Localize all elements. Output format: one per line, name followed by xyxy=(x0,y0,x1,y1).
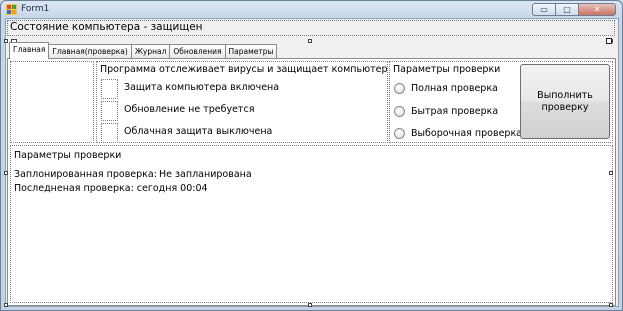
window-controls: ▭ □ ✕ xyxy=(532,3,616,16)
radio-icon[interactable] xyxy=(394,105,405,117)
maximize-button[interactable]: □ xyxy=(555,3,579,16)
run-scan-button[interactable]: Выполнить проверку xyxy=(520,64,610,139)
scheduled-scan-value: Не запланирована xyxy=(159,169,252,180)
resize-handle-top[interactable] xyxy=(308,39,312,43)
window-title: Form1 xyxy=(21,4,50,14)
tab-page-home: Программа отслеживает вирусы и защищает … xyxy=(7,58,616,306)
smart-tag-icon[interactable] xyxy=(606,38,612,44)
status-icon-box xyxy=(101,123,118,143)
tab-home-scan[interactable]: Главная(проверка) xyxy=(48,44,132,59)
scan-params-heading: Параметры проверки xyxy=(393,64,501,75)
title-bar[interactable]: Form1 ▭ □ ✕ xyxy=(1,1,622,19)
scan-info-panel: Параметры проверки Заплонированная прове… xyxy=(10,145,613,303)
radio-custom-scan[interactable]: Выборочная проверка xyxy=(394,126,522,140)
minimize-button[interactable]: ▭ xyxy=(532,3,556,16)
form-client-area: Состояние компьютера - защищен Главная Г… xyxy=(4,18,619,307)
tab-parameters[interactable]: Параметры xyxy=(224,44,278,59)
radio-label: Бытрая проверка xyxy=(411,105,499,117)
scan-params-panel: Параметры проверки Полная проверка Бытра… xyxy=(389,61,613,143)
app-icon xyxy=(6,4,17,15)
tab-updates[interactable]: Обновления xyxy=(169,44,226,59)
radio-full-scan[interactable]: Полная проверка xyxy=(394,81,498,95)
protection-item-label: Защита компьютера включена xyxy=(124,82,280,93)
radio-label: Полная проверка xyxy=(411,82,498,94)
status-label-box: Состояние компьютера - защищен xyxy=(7,20,615,36)
close-button[interactable]: ✕ xyxy=(578,3,616,16)
tab-strip: Главная Главная(проверка) Журнал Обновле… xyxy=(9,42,278,59)
resize-handle-left[interactable] xyxy=(4,39,8,43)
radio-label: Выборочная проверка xyxy=(411,127,522,139)
radio-icon[interactable] xyxy=(394,82,405,94)
status-text: Состояние компьютера - защищен xyxy=(10,21,203,33)
close-icon: ✕ xyxy=(593,5,601,14)
scheduled-scan-label: Заплонированная проверка: xyxy=(14,169,157,180)
run-scan-button-label: Выполнить проверку xyxy=(537,89,593,113)
last-scan-text: Последненая проверка: сегодня 00:04 xyxy=(14,183,208,194)
radio-icon[interactable] xyxy=(394,127,405,139)
protection-panel: Программа отслеживает вирусы и защищает … xyxy=(96,61,388,143)
scan-info-heading: Параметры проверки xyxy=(14,150,122,161)
resize-handle-bottom-left[interactable] xyxy=(4,303,8,307)
resize-handle-mid-right[interactable] xyxy=(609,171,613,175)
tab-journal[interactable]: Журнал xyxy=(130,44,171,59)
protection-item-label: Обновление не требуется xyxy=(124,104,255,115)
main-window: Form1 ▭ □ ✕ Состояние компьютера - защищ… xyxy=(0,0,623,311)
tab-home[interactable]: Главная xyxy=(9,42,50,59)
minimize-icon: ▭ xyxy=(540,5,548,14)
protection-item-label: Облачная защита выключена xyxy=(124,126,273,137)
status-icon-box xyxy=(101,79,118,99)
resize-handle-mid-left[interactable] xyxy=(4,171,8,175)
maximize-icon: □ xyxy=(563,5,571,14)
resize-handle-bottom-right[interactable] xyxy=(609,303,613,307)
status-icon-box xyxy=(101,101,118,121)
protection-heading: Программа отслеживает вирусы и защищает … xyxy=(100,64,388,75)
radio-quick-scan[interactable]: Бытрая проверка xyxy=(394,104,498,118)
resize-handle-bottom[interactable] xyxy=(308,303,312,307)
image-panel xyxy=(10,61,94,143)
